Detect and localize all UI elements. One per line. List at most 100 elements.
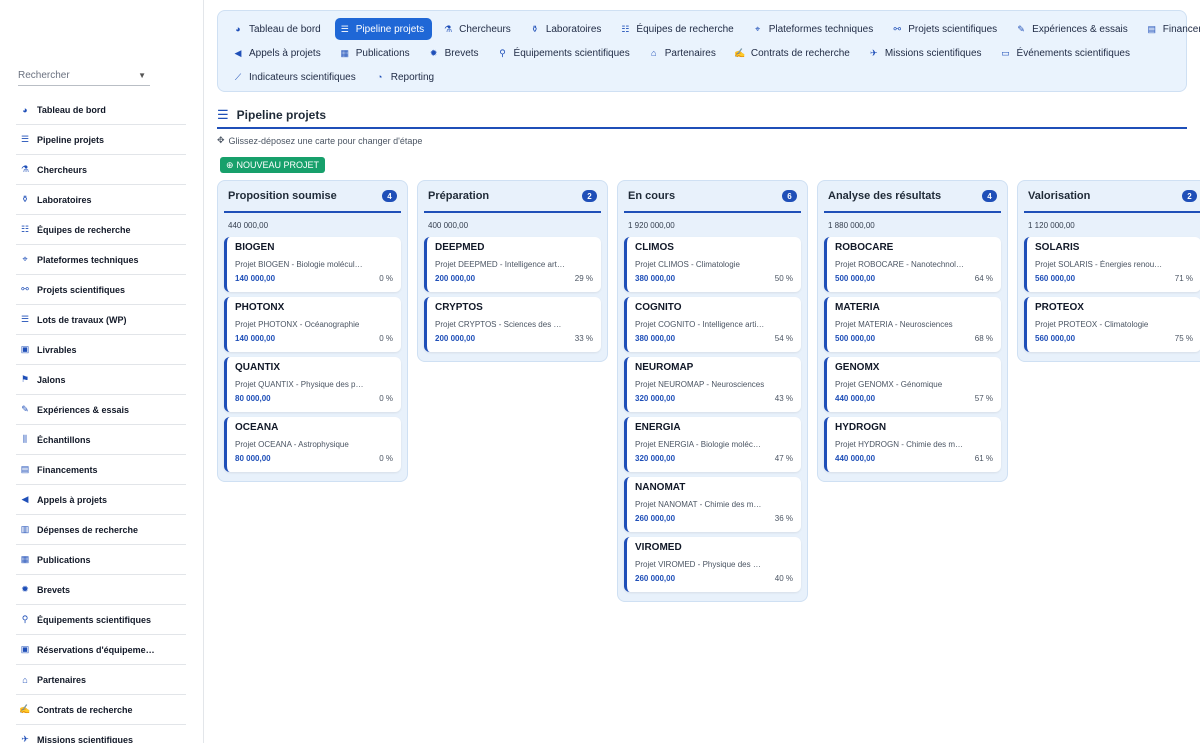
nav-tab-label: Équipements scientifiques <box>513 47 630 59</box>
search-select[interactable]: Rechercher ▼ <box>18 66 150 86</box>
sidebar-item-reservations-d-equipeme[interactable]: ▣ Réservations d'équipeme… <box>16 635 186 665</box>
sidebar-item-laboratoires[interactable]: ⚱ Laboratoires <box>16 185 186 215</box>
building-icon: ⌂ <box>651 48 657 58</box>
project-card[interactable]: PROTEOX Projet PROTEOX - Climatologie 560 … <box>1024 297 1200 352</box>
users-icon: ☷ <box>621 23 630 34</box>
sidebar-item-equipes-de-recherche[interactable]: ☷ Équipes de recherche <box>16 215 186 245</box>
sidebar-item-plateformes-techniques[interactable]: ⌖ Plateformes techniques <box>16 245 186 275</box>
sidebar-item-echantillons[interactable]: ⫼ Échantillons <box>16 425 186 455</box>
nav-tab-plateformes-techniques[interactable]: ⌖ Plateformes techniques <box>748 18 882 40</box>
sidebar-item-label: Jalons <box>37 374 66 385</box>
project-card[interactable]: SOLARIS Projet SOLARIS - Énergies renouve… <box>1024 237 1200 292</box>
nav-tab-label: Brevets <box>444 47 479 59</box>
column-title: En cours <box>628 190 676 202</box>
project-diagram-icon: ⚯ <box>893 23 901 34</box>
nav-row: ⟋ Indicateurs scientifiques ◔ Reporting <box>228 65 1176 89</box>
nav-tab-experiences-essais[interactable]: ✎ Expériences & essais <box>1011 18 1136 40</box>
sidebar-item-publications[interactable]: ▦ Publications <box>16 545 186 575</box>
project-card[interactable]: MATERIA Projet MATERIA - Neurosciences 500… <box>824 297 1001 352</box>
vials-icon: ⫼ <box>22 434 28 444</box>
project-card[interactable]: NEUROMAP Projet NEUROMAP - Neurosciences 3… <box>624 357 801 412</box>
new-project-button[interactable]: ⊕ NOUVEAU PROJET <box>220 157 326 173</box>
nav-tab-label: Expériences & essais <box>1032 23 1128 35</box>
nav-tab-brevets[interactable]: ✹ Brevets <box>424 42 487 64</box>
nav-tab-label: Plateformes techniques <box>768 23 874 35</box>
sidebar-item-appels-a-projets[interactable]: ◀ Appels à projets <box>16 485 186 515</box>
project-card[interactable]: VIROMED Projet VIROMED - Physique des par… <box>624 537 801 592</box>
nav-tab-label: Financements <box>1162 23 1200 35</box>
project-description: Projet SOLARIS - Énergies renouvelables <box>1035 260 1165 269</box>
project-card[interactable]: ROBOCARE Projet ROBOCARE - Nanotechnologi… <box>824 237 1001 292</box>
sidebar-item-chercheurs[interactable]: ⚗ Chercheurs <box>16 155 186 185</box>
column-title: Analyse des résultats <box>828 190 942 202</box>
sidebar-item-experiences-essais[interactable]: ✎ Expériences & essais <box>16 395 186 425</box>
sidebar-item-contrats-de-recherche[interactable]: ✍ Contrats de recherche <box>16 695 186 725</box>
sidebar-item-equipements-scientifiques[interactable]: ⚲ Équipements scientifiques <box>16 605 186 635</box>
app-page: Rechercher ▼ ◕ Tableau de bord ☰ Pipeline p… <box>0 0 1200 743</box>
nav-tab-tableau-de-bord[interactable]: ◕ Tableau de bord <box>228 18 329 40</box>
column-total: 1 920 000,00 <box>628 220 675 230</box>
nav-tab-chercheurs[interactable]: ⚗ Chercheurs <box>438 18 519 40</box>
nav-tab-contrats-de-recherche[interactable]: ✍ Contrats de recherche <box>730 42 858 64</box>
nav-tab-pipeline-projets[interactable]: ☰ Pipeline projets <box>334 18 433 40</box>
count-badge: 6 <box>782 190 797 202</box>
nav-tab-appels-a-projets[interactable]: ◀ Appels à projets <box>228 42 329 64</box>
project-card[interactable]: GENOMX Projet GENOMX - Génomique 440 000,0… <box>824 357 1001 412</box>
sidebar-item-financements[interactable]: ▤ Financements <box>16 455 186 485</box>
project-code: PHOTONX <box>235 302 285 313</box>
project-description: Projet HYDROGN - Chimie des matériaux <box>835 440 965 449</box>
microscope-icon: ⚲ <box>21 614 29 624</box>
project-card[interactable]: BIOGEN Projet BIOGEN - Biologie moléculai… <box>224 237 401 292</box>
nav-tab-partenaires[interactable]: ⌂ Partenaires <box>644 42 724 64</box>
nav-tab-equipes-de-recherche[interactable]: ☷ Équipes de recherche <box>615 18 741 40</box>
sidebar-item-pipeline-projets[interactable]: ☰ Pipeline projets <box>16 125 186 155</box>
nav-tab-projets-scientifiques[interactable]: ⚯ Projets scientifiques <box>887 18 1005 40</box>
nav-tab-missions-scientifiques[interactable]: ✈ Missions scientifiques <box>864 42 990 64</box>
project-card[interactable]: CRYPTOS Projet CRYPTOS - Sciences des don… <box>424 297 601 352</box>
project-card[interactable]: COGNITO Projet COGNITO - Intelligence art… <box>624 297 801 352</box>
project-card[interactable]: OCEANA Projet OCEANA - Astrophysique 80 00… <box>224 417 401 472</box>
project-description: Projet DEEPMED - Intelligence artificiel… <box>435 260 565 269</box>
project-amount: 80 000,00 <box>235 454 271 463</box>
project-card[interactable]: ENERGIA Projet ENERGIA - Biologie molécul… <box>624 417 801 472</box>
search-placeholder: Rechercher <box>18 70 70 81</box>
card-footer: 380 000,00 54 % <box>635 334 793 343</box>
nav-tab-label: Pipeline projets <box>355 23 425 35</box>
list-icon: ☰ <box>340 23 349 34</box>
nav-tab-publications[interactable]: ▦ Publications <box>335 42 418 64</box>
kanban-column: Préparation 2 400 000,00 DEEPMED Projet DEEP… <box>417 180 608 362</box>
sidebar-item-projets-scientifiques[interactable]: ⚯ Projets scientifiques <box>16 275 186 305</box>
nav-tab-equipements-scientifiques[interactable]: ⚲ Équipements scientifiques <box>493 42 638 64</box>
nav-tab-laboratoires[interactable]: ⚱ Laboratoires <box>525 18 610 40</box>
sidebar-item-brevets[interactable]: ✹ Brevets <box>16 575 186 605</box>
sidebar-item-jalons[interactable]: ⚑ Jalons <box>16 365 186 395</box>
card-footer: 140 000,00 0 % <box>235 334 393 343</box>
column-total: 440 000,00 <box>228 220 269 230</box>
project-card[interactable]: PHOTONX Projet PHOTONX - Océanographie 140… <box>224 297 401 352</box>
project-card[interactable]: QUANTIX Projet QUANTIX - Physique des par… <box>224 357 401 412</box>
nav-tab-financements[interactable]: ▤ Financements <box>1142 18 1200 40</box>
project-amount: 140 000,00 <box>235 334 276 343</box>
sidebar-item-missions-scientifiques[interactable]: ✈ Missions scientifiques <box>16 725 186 743</box>
project-card[interactable]: NANOMAT Projet NANOMAT - Chimie des matér… <box>624 477 801 532</box>
project-description: Projet COGNITO - Intelligence artificiel… <box>635 320 765 329</box>
nav-tab-evenements-scientifiques[interactable]: ▭ Événements scientifiques <box>996 42 1138 64</box>
column-bottom-spacer <box>224 477 401 481</box>
sidebar-item-depenses-de-recherche[interactable]: ▥ Dépenses de recherche <box>16 515 186 545</box>
project-card[interactable]: HYDROGN Projet HYDROGN - Chimie des matér… <box>824 417 1001 472</box>
caret-down-icon[interactable]: ▼ <box>138 71 146 80</box>
project-code: MATERIA <box>835 302 880 313</box>
syringe-icon: ✎ <box>1017 23 1025 34</box>
column-total: 1 120 000,00 <box>1028 220 1075 230</box>
project-code: VIROMED <box>635 542 682 553</box>
nav-tab-indicateurs-scientifiques[interactable]: ⟋ Indicateurs scientifiques <box>228 66 364 88</box>
count-badge: 2 <box>1182 190 1197 202</box>
project-card[interactable]: CLIMOS Projet CLIMOS - Climatologie 380 00… <box>624 237 801 292</box>
sidebar-item-lots-de-travaux-wp[interactable]: ☰ Lots de travaux (WP) <box>16 305 186 335</box>
sidebar-item-tableau-de-bord[interactable]: ◕ Tableau de bord <box>16 95 186 125</box>
project-amount: 260 000,00 <box>635 574 676 583</box>
nav-tab-reporting[interactable]: ◔ Reporting <box>370 66 442 88</box>
sidebar-item-partenaires[interactable]: ⌂ Partenaires <box>16 665 186 695</box>
project-card[interactable]: DEEPMED Projet DEEPMED - Intelligence art… <box>424 237 601 292</box>
sidebar-item-livrables[interactable]: ▣ Livrables <box>16 335 186 365</box>
